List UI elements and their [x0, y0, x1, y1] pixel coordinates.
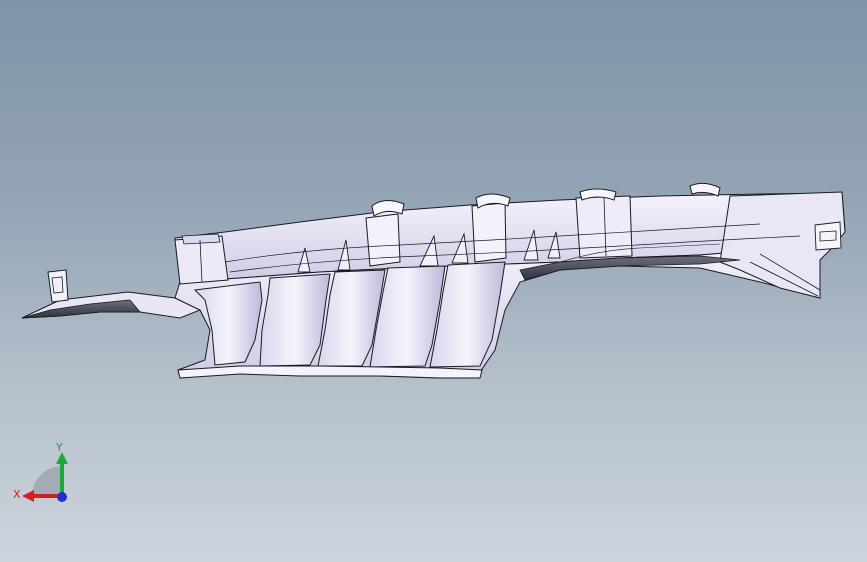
z-axis-dot [57, 492, 67, 502]
snap-hook-4 [689, 182, 721, 197]
x-axis-label: X [13, 488, 21, 501]
triad-shade [32, 466, 62, 496]
y-axis-label: Y [55, 441, 63, 454]
left-clip [47, 269, 69, 303]
graphics-viewport[interactable]: Y X [0, 0, 867, 562]
bottom-lip [177, 365, 483, 379]
part-model[interactable] [0, 0, 867, 562]
x-axis-arrow [22, 490, 34, 502]
orientation-triad[interactable]: Y X [12, 440, 74, 506]
